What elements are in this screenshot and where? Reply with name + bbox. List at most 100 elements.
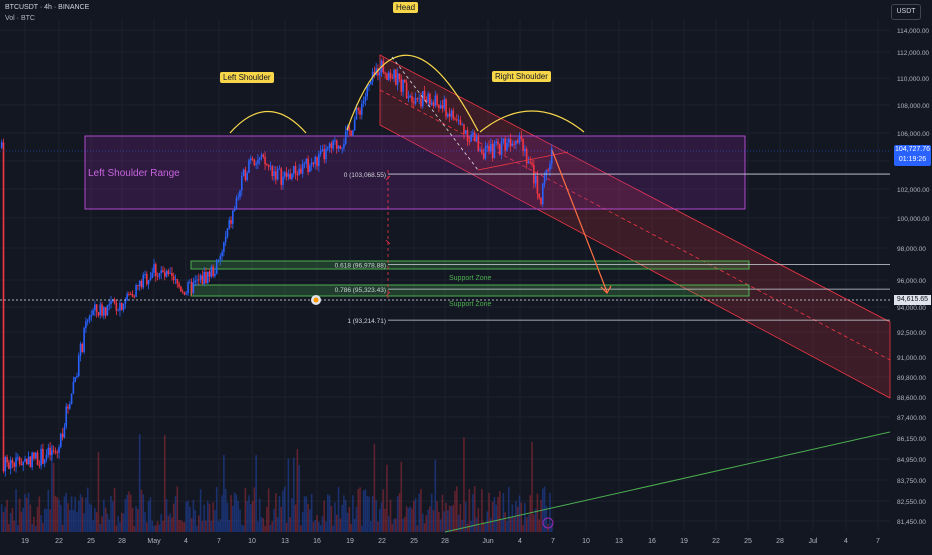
volume-bar xyxy=(18,498,21,532)
candle-body xyxy=(280,168,283,185)
left-shoulder-arc xyxy=(229,111,307,134)
volume-bar xyxy=(61,524,64,532)
x-tick-label: 13 xyxy=(615,538,623,545)
volume-bar xyxy=(142,494,145,532)
volume-bar xyxy=(244,487,247,532)
candle-body xyxy=(513,143,515,145)
volume-bar xyxy=(251,501,254,532)
candle-body xyxy=(479,149,481,151)
candle-body xyxy=(40,448,42,466)
volume-legend: Vol · BTC xyxy=(5,15,35,22)
candle-body xyxy=(156,276,159,277)
price-axis: 114,000.00 112,000.00 110,000.00 108,000.00… xyxy=(897,28,930,526)
volume-bar xyxy=(221,495,223,532)
volume-bar xyxy=(377,521,379,532)
candle-body xyxy=(328,143,331,148)
candle-body xyxy=(359,110,361,115)
y-tick-label: 100,000.00 xyxy=(897,216,930,223)
volume-bar xyxy=(52,462,55,532)
volume-bar xyxy=(151,520,154,532)
candle-body xyxy=(101,304,103,316)
volume-bar xyxy=(461,520,463,532)
candle-body xyxy=(154,264,157,277)
candle-body xyxy=(407,96,410,99)
volume-bar xyxy=(49,509,51,532)
symbol-title[interactable]: BTCUSDT · 4h · BINANCE xyxy=(5,4,89,11)
volume-bar xyxy=(212,502,214,532)
candle-body xyxy=(495,141,498,143)
volume-bar xyxy=(72,509,75,532)
candle-body xyxy=(4,457,7,472)
volume-bar xyxy=(389,499,392,532)
y-tick-label: 102,000.00 xyxy=(897,187,930,194)
volume-bar xyxy=(398,493,401,532)
volume-bar xyxy=(38,496,41,532)
candle-body xyxy=(283,172,286,177)
volume-bar xyxy=(86,487,89,532)
volume-bar xyxy=(300,525,302,532)
price-chart[interactable]: Left Shoulder Range Support Zone Support Z… xyxy=(0,0,932,550)
y-tick-label: 88,600.00 xyxy=(897,395,926,402)
volume-bar xyxy=(167,516,170,532)
volume-bar xyxy=(126,494,128,532)
y-tick-label: 114,000.00 xyxy=(897,28,929,35)
volume-bar xyxy=(341,504,343,532)
candle-body xyxy=(128,293,130,295)
x-tick-label: 13 xyxy=(281,538,289,545)
candle-body xyxy=(393,69,395,79)
volume-bar xyxy=(536,493,539,532)
volume-bar xyxy=(486,511,489,532)
volume-bar xyxy=(138,434,141,532)
volume-bar xyxy=(411,508,413,532)
candle-body xyxy=(310,162,313,166)
volume-bar xyxy=(40,515,42,532)
candle-body xyxy=(185,293,188,295)
x-tick-label: 10 xyxy=(582,538,590,545)
volume-bar xyxy=(171,517,173,532)
candle-body xyxy=(76,375,78,378)
last-price-value: 104,727.76 xyxy=(894,146,931,153)
volume-bar xyxy=(185,501,188,532)
candle-body xyxy=(42,448,44,464)
y-tick-label: 96,000.00 xyxy=(897,278,926,285)
candle-body xyxy=(15,457,17,467)
volume-bar xyxy=(215,487,218,532)
volume-bar xyxy=(525,517,528,532)
candle-body xyxy=(18,457,21,464)
candle-body xyxy=(266,164,268,166)
volume-bar xyxy=(24,494,26,532)
y-tick-label: 82,550.00 xyxy=(897,499,926,506)
volume-bar xyxy=(529,495,532,532)
candle-body xyxy=(300,168,302,174)
chart-canvas[interactable]: Left Shoulder Range Support Zone Support Z… xyxy=(0,0,932,550)
candle-body xyxy=(369,81,372,85)
volume-bar xyxy=(79,493,82,532)
candle-body xyxy=(334,140,336,142)
x-tick-label: 22 xyxy=(378,538,386,545)
candle-body xyxy=(432,102,435,106)
volume-bars xyxy=(0,434,553,532)
volume-bar xyxy=(328,495,331,532)
candle-body xyxy=(477,136,480,151)
volume-bar xyxy=(441,494,444,532)
candle-body xyxy=(126,293,128,300)
candle-body xyxy=(180,286,182,292)
x-tick-label: 7 xyxy=(551,538,555,545)
candle-body xyxy=(63,426,66,438)
currency-button[interactable]: USDT xyxy=(891,4,921,20)
candle-body xyxy=(418,98,420,100)
volume-bar xyxy=(2,511,5,532)
candle-body xyxy=(316,156,318,167)
left-shoulder-range-box xyxy=(84,135,746,210)
candle-body xyxy=(352,130,354,136)
volume-bar xyxy=(172,503,175,532)
candle-body xyxy=(165,270,168,277)
candle-body xyxy=(438,104,440,109)
volume-bar xyxy=(180,520,182,532)
candle-body xyxy=(412,101,415,104)
volume-bar xyxy=(466,523,469,532)
candle-body xyxy=(500,141,503,155)
volume-bar xyxy=(522,524,524,532)
candle-body xyxy=(183,292,186,295)
volume-bar xyxy=(113,488,116,532)
